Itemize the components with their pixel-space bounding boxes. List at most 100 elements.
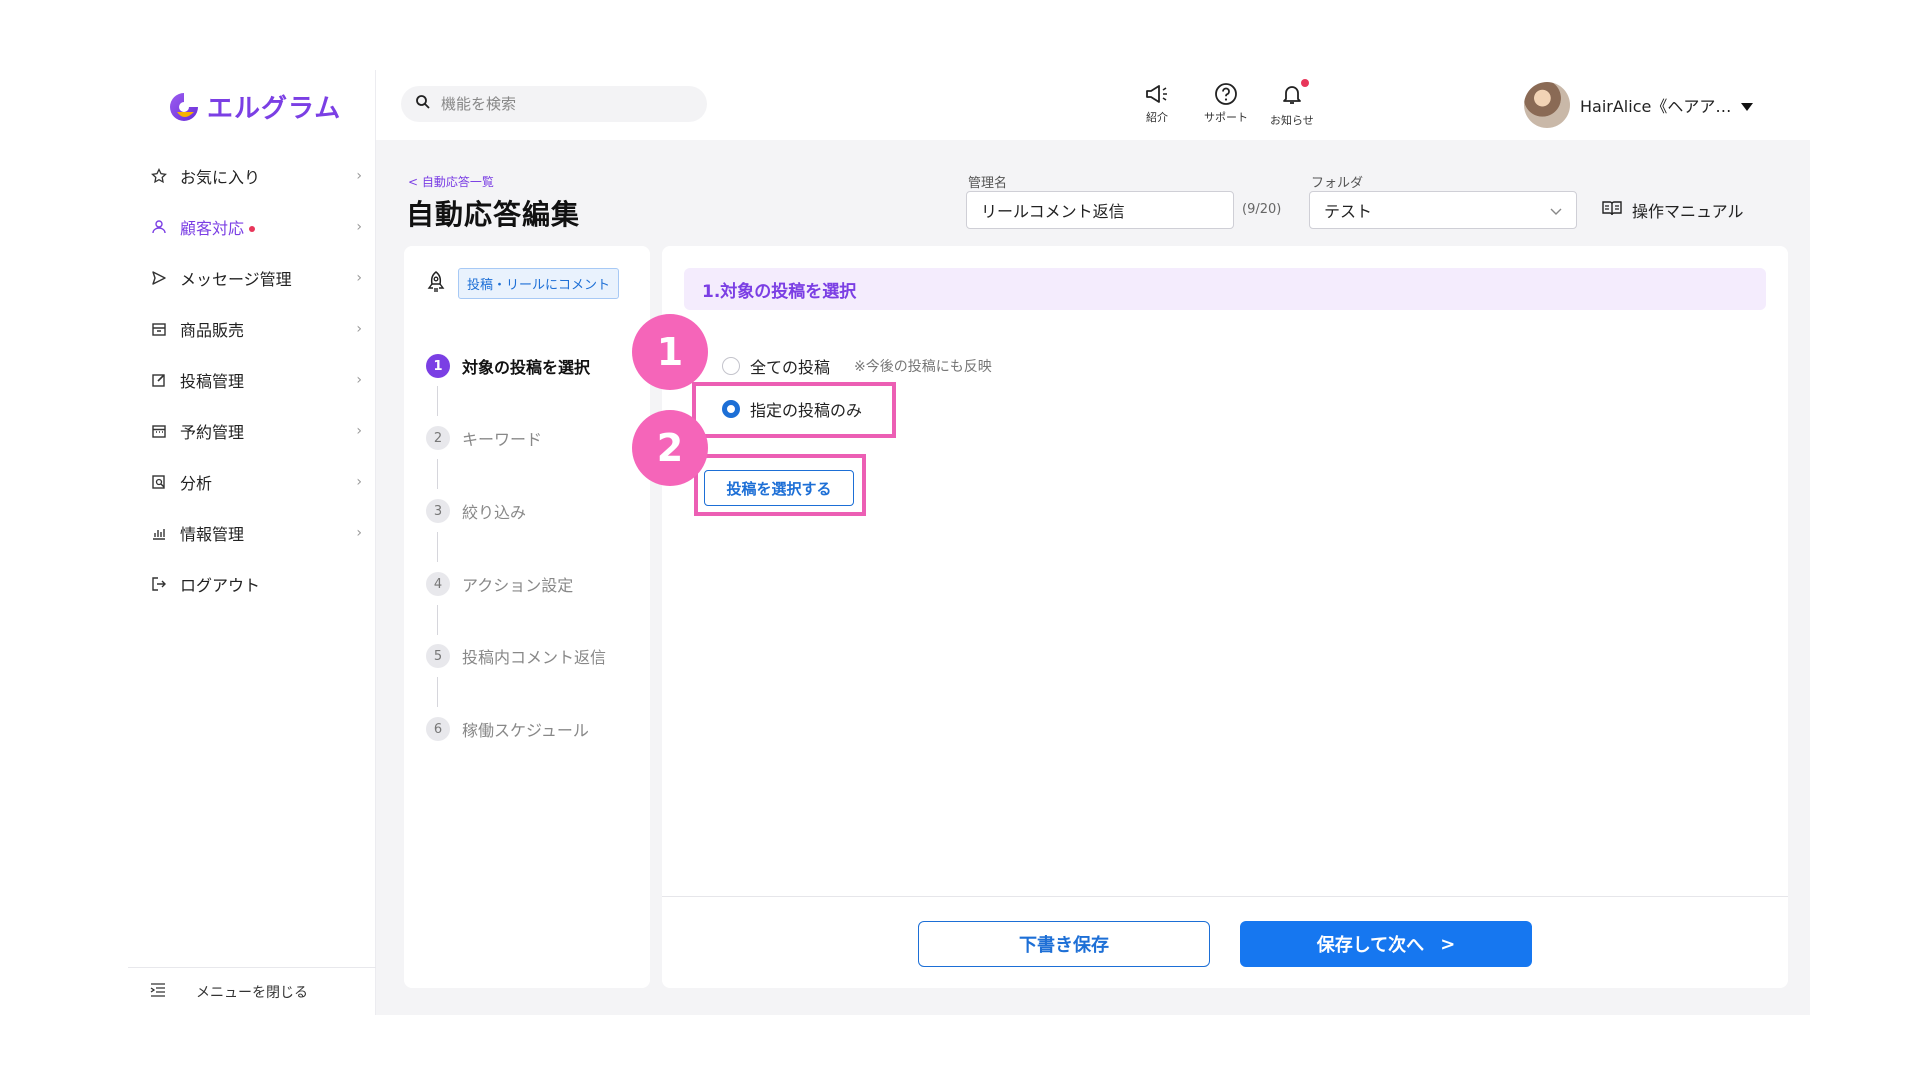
megaphone-icon	[1146, 85, 1167, 103]
search-icon	[415, 94, 431, 114]
sidebar-item-product-sales[interactable]: 商品販売 ›	[128, 303, 376, 354]
save-and-next-button[interactable]: 保存して次へ >	[1240, 921, 1532, 967]
step-label: 対象の投稿を選択	[462, 358, 591, 377]
folder-selected-value: テスト	[1324, 202, 1373, 221]
radio-button-selected[interactable]	[722, 400, 740, 418]
sidebar: エルグラム お気に入り › 顧客対応 › メッセージ管理 › 商品販売 › 投稿…	[128, 70, 376, 1015]
step-6[interactable]: 6 稼働スケジュール	[426, 717, 589, 741]
help-icon	[1215, 83, 1237, 105]
sidebar-item-information-management[interactable]: 情報管理 ›	[128, 507, 376, 558]
brand-name: エルグラム	[207, 94, 342, 124]
top-header: 紹介 サポート お知らせ HairAlice《ヘアア…	[376, 70, 1810, 140]
step-3[interactable]: 3 絞り込み	[426, 499, 526, 523]
sidebar-item-label: 商品販売	[180, 320, 245, 340]
sidebar-item-analysis[interactable]: 分析 ›	[128, 456, 376, 507]
app-window: エルグラム お気に入り › 顧客対応 › メッセージ管理 › 商品販売 › 投稿…	[128, 70, 1810, 1015]
calendar-icon	[150, 422, 168, 440]
search-input[interactable]	[441, 95, 681, 113]
sidebar-item-label: お気に入り	[180, 167, 261, 187]
step-content-panel: 1.対象の投稿を選択 全ての投稿 ※今後の投稿にも反映 指定の投稿のみ 投稿を選…	[632, 246, 1788, 988]
sidebar-item-post-management[interactable]: 投稿管理 ›	[128, 354, 376, 405]
action-footer: 下書き保存 保存して次へ >	[662, 896, 1788, 988]
save-draft-button[interactable]: 下書き保存	[918, 921, 1210, 967]
step-number: 1	[426, 354, 450, 378]
chevron-down-icon	[1550, 201, 1562, 220]
step-4[interactable]: 4 アクション設定	[426, 572, 573, 596]
chevron-right-icon: ›	[356, 473, 362, 490]
star-icon	[150, 167, 168, 185]
chevron-right-icon: ›	[356, 422, 362, 439]
step-number: 4	[426, 572, 450, 596]
step-connector	[437, 605, 438, 635]
logout-icon	[150, 575, 168, 593]
user-name: HairAlice《ヘアア…	[1580, 97, 1732, 116]
radio-specific-posts[interactable]: 指定の投稿のみ	[722, 397, 862, 421]
annotation-marker-1: 1	[632, 314, 708, 390]
brand-logo[interactable]: エルグラム	[167, 88, 341, 125]
sidebar-item-message-management[interactable]: メッセージ管理 ›	[128, 252, 376, 303]
manual-label: 操作マニュアル	[1632, 202, 1744, 221]
save-and-next-label: 保存して次へ	[1316, 935, 1425, 956]
management-name-input[interactable]	[966, 191, 1234, 229]
step-5[interactable]: 5 投稿内コメント返信	[426, 644, 606, 668]
chart-icon	[150, 524, 168, 542]
radio-all-posts-label: 全ての投稿	[750, 358, 831, 377]
intro-button[interactable]: 紹介	[1144, 82, 1170, 125]
radio-specific-posts-label: 指定の投稿のみ	[750, 401, 863, 420]
sidebar-item-label: 予約管理	[180, 422, 245, 442]
chevron-right-icon: ›	[356, 524, 362, 541]
step-label: 稼働スケジュール	[462, 721, 589, 740]
step-connector	[437, 386, 438, 416]
chevron-right-icon: >	[1440, 933, 1456, 955]
breadcrumb[interactable]: < 自動応答一覧	[408, 173, 494, 190]
step-connector	[437, 532, 438, 562]
menu-collapse-icon	[150, 982, 166, 1001]
store-icon	[150, 320, 168, 338]
sidebar-item-label: 分析	[180, 473, 213, 493]
name-char-counter: (9/20)	[1242, 202, 1282, 217]
notifications-button[interactable]: お知らせ	[1270, 79, 1314, 128]
step-1[interactable]: 1 対象の投稿を選択	[426, 354, 590, 378]
rocket-icon	[426, 270, 446, 297]
sidebar-item-favorites[interactable]: お気に入り ›	[128, 150, 376, 201]
avatar	[1524, 82, 1570, 128]
step-2[interactable]: 2 キーワード	[426, 426, 542, 450]
notifications-label: お知らせ	[1270, 114, 1314, 127]
chevron-right-icon: ›	[356, 167, 362, 184]
select-posts-button[interactable]: 投稿を選択する	[704, 470, 854, 506]
book-icon	[1602, 200, 1622, 220]
search-bar[interactable]	[401, 86, 707, 122]
sidebar-nav: お気に入り › 顧客対応 › メッセージ管理 › 商品販売 › 投稿管理 › 予…	[128, 150, 376, 609]
step-label: 絞り込み	[462, 503, 527, 522]
step-number: 2	[426, 426, 450, 450]
analysis-icon	[150, 473, 168, 491]
close-menu-label: メニューを閉じる	[196, 984, 308, 1001]
user-menu[interactable]: HairAlice《ヘアア…	[1524, 82, 1754, 128]
sidebar-item-customer-support[interactable]: 顧客対応 ›	[128, 201, 376, 252]
radio-button[interactable]	[722, 357, 740, 375]
close-menu-button[interactable]: メニューを閉じる	[128, 967, 376, 1015]
radio-all-posts[interactable]: 全ての投稿 ※今後の投稿にも反映	[722, 354, 992, 378]
folder-select[interactable]: テスト	[1309, 191, 1577, 229]
step-connector	[437, 677, 438, 707]
main-content: < 自動応答一覧 自動応答編集 管理名 (9/20) フォルダ テスト 操作マニ…	[376, 140, 1810, 1015]
folder-field-label: フォルダ	[1311, 176, 1364, 191]
sidebar-item-label: ログアウト	[180, 575, 261, 595]
name-field-label: 管理名	[968, 176, 1008, 191]
logo-icon	[167, 90, 201, 124]
edit-icon	[150, 371, 168, 389]
sidebar-item-reservation-management[interactable]: 予約管理 ›	[128, 405, 376, 456]
sidebar-item-label: 顧客対応	[180, 218, 245, 238]
sidebar-item-logout[interactable]: ログアウト	[128, 558, 376, 609]
chevron-right-icon: ›	[356, 320, 362, 337]
chevron-right-icon: ›	[356, 269, 362, 286]
support-button[interactable]: サポート	[1204, 82, 1248, 125]
step-number: 5	[426, 644, 450, 668]
sidebar-item-label: 投稿管理	[180, 371, 245, 391]
intro-label: 紹介	[1146, 111, 1168, 124]
manual-link[interactable]: 操作マニュアル	[1602, 198, 1744, 222]
step-connector	[437, 459, 438, 489]
page-title: 自動応答編集	[406, 198, 581, 231]
send-icon	[150, 269, 168, 287]
radio-all-posts-note: ※今後の投稿にも反映	[854, 359, 992, 375]
